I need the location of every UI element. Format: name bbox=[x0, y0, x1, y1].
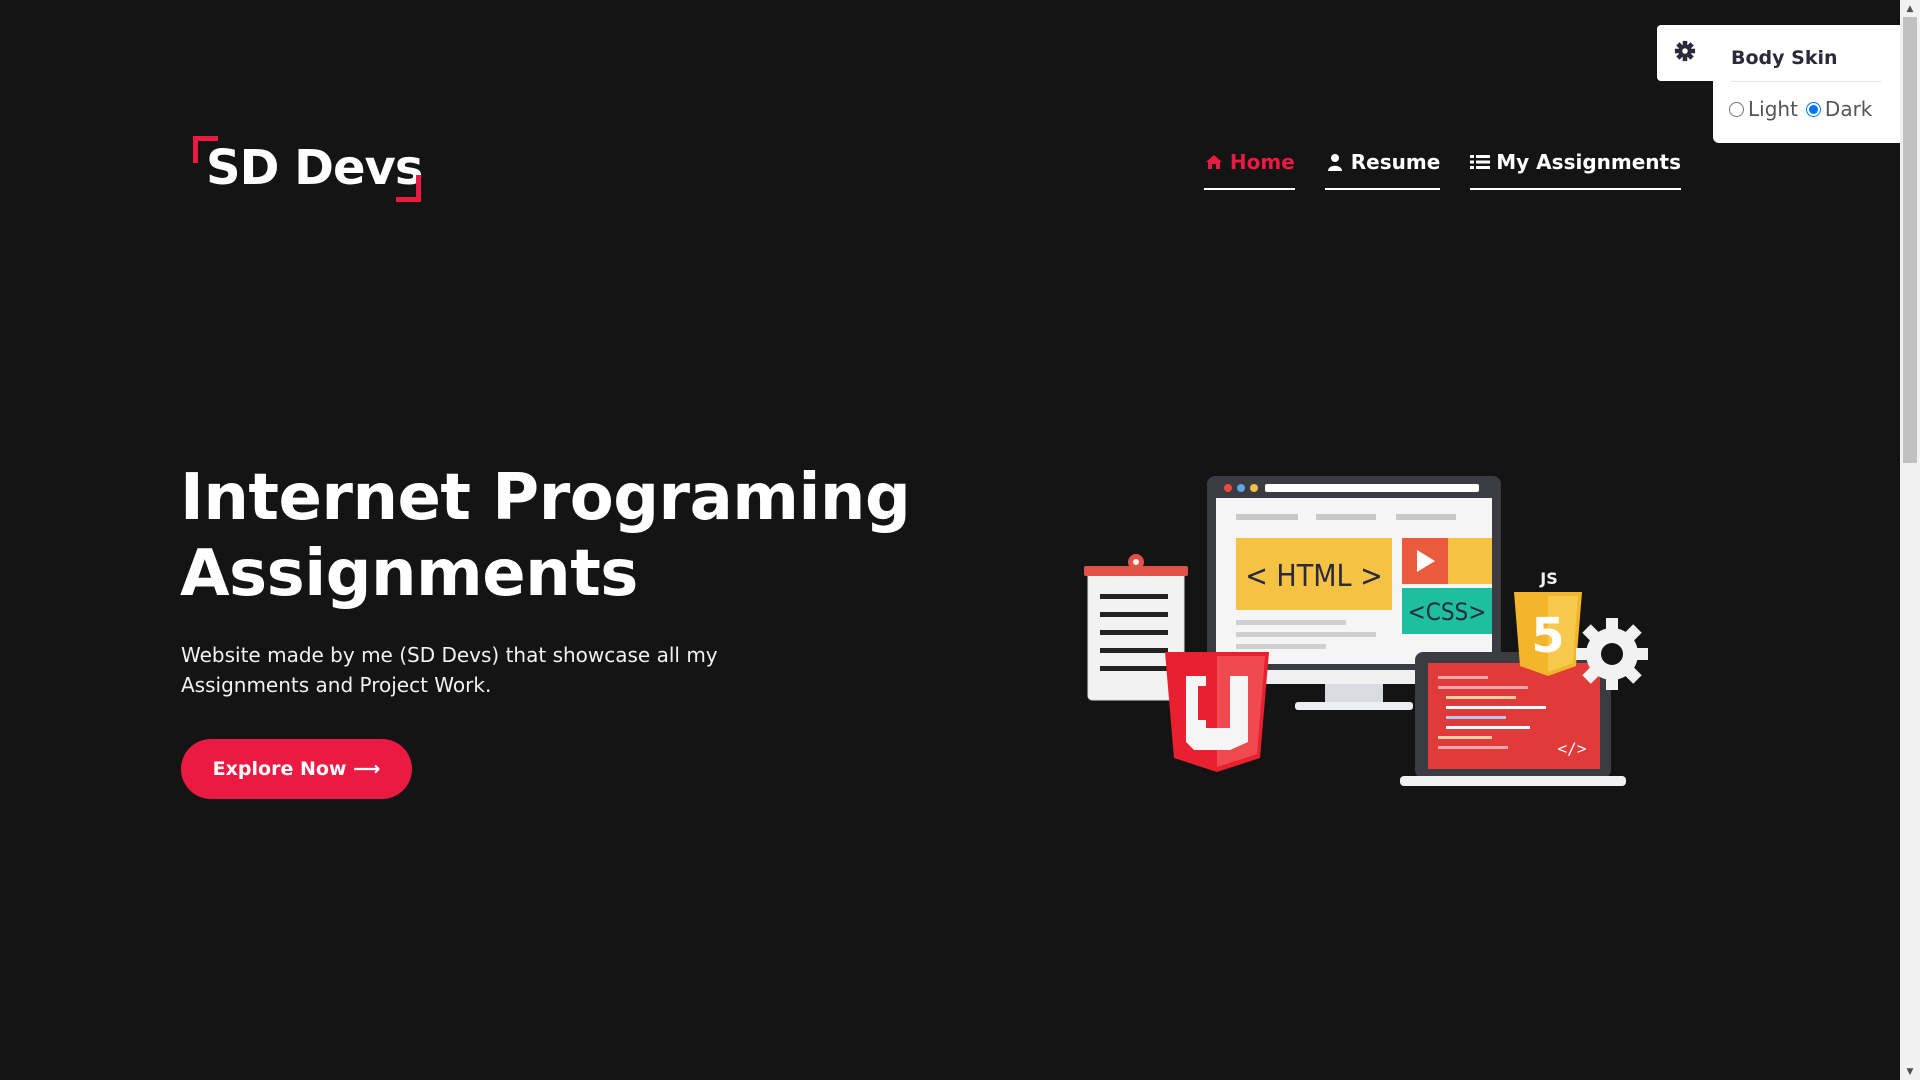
hero-description: Website made by me (SD Devs) that showca… bbox=[181, 640, 761, 700]
illustration-html5-badge: 5 bbox=[1531, 608, 1564, 664]
skin-option-dark[interactable]: Dark bbox=[1805, 97, 1873, 121]
settings-toggle-button[interactable] bbox=[1657, 25, 1713, 81]
nav-item-my-assignments[interactable]: My Assignments bbox=[1470, 150, 1681, 190]
skin-options: Light Dark bbox=[1729, 97, 1872, 121]
user-icon bbox=[1325, 152, 1345, 172]
nav-item-label: Resume bbox=[1350, 150, 1441, 174]
scrollbar-thumb[interactable] bbox=[1903, 17, 1917, 463]
gear-graphic bbox=[1576, 618, 1648, 690]
gear-icon bbox=[1674, 40, 1696, 66]
monitor-base bbox=[1295, 702, 1413, 710]
laptop-base bbox=[1400, 776, 1626, 786]
scroll-down-arrow-icon[interactable]: ▼ bbox=[1900, 1063, 1920, 1080]
hero-title: Internet Programing Assignments bbox=[180, 460, 940, 612]
illustration-code-tag: </> bbox=[1558, 739, 1587, 758]
scroll-up-arrow-icon[interactable]: ▲ bbox=[1900, 0, 1920, 17]
illustration-css-label: <CSS> bbox=[1408, 598, 1487, 626]
nav-item-label: Home bbox=[1229, 150, 1295, 174]
nav-item-label: My Assignments bbox=[1496, 150, 1681, 174]
hero-description-line-2: Assignments and Project Work. bbox=[181, 673, 492, 697]
hero-title-line-2: Assignments bbox=[180, 537, 638, 611]
hero-description-line-1: Website made by me (SD Devs) that showca… bbox=[181, 643, 718, 667]
illustration-html-label: < HTML > bbox=[1245, 559, 1382, 594]
main-nav: Home Resume My Assignments bbox=[1203, 150, 1681, 190]
body-skin-panel: Body Skin Light Dark bbox=[1713, 25, 1900, 143]
skin-option-label: Light bbox=[1748, 97, 1798, 121]
web-development-illustration: < HTML > <CSS> </> JS 5 bbox=[1080, 470, 1660, 800]
dark-skin-radio[interactable] bbox=[1805, 101, 1821, 117]
skin-panel-divider bbox=[1731, 81, 1881, 82]
hero-title-line-1: Internet Programing bbox=[180, 461, 911, 535]
home-icon bbox=[1204, 152, 1224, 172]
list-icon bbox=[1470, 152, 1491, 172]
nav-item-home[interactable]: Home bbox=[1203, 150, 1295, 190]
page: SD Devs Home Resume My Assignments Inter… bbox=[0, 0, 1900, 1080]
explore-now-button[interactable]: Explore Now ⟶ bbox=[181, 739, 412, 799]
illustration-js-label: JS bbox=[1539, 569, 1557, 588]
skin-option-label: Dark bbox=[1824, 97, 1873, 121]
skin-panel-title: Body Skin bbox=[1731, 47, 1838, 69]
illustration-graphic: < HTML > <CSS> </> JS 5 bbox=[1084, 476, 1648, 786]
logo-bracket-bottom-right bbox=[396, 175, 421, 202]
skin-option-light[interactable]: Light bbox=[1729, 97, 1798, 121]
page-scrollbar[interactable]: ▲ ▼ bbox=[1900, 0, 1920, 1080]
site-logo[interactable]: SD Devs bbox=[206, 138, 423, 198]
light-skin-radio[interactable] bbox=[1729, 101, 1744, 117]
nav-item-resume[interactable]: Resume bbox=[1324, 150, 1441, 190]
